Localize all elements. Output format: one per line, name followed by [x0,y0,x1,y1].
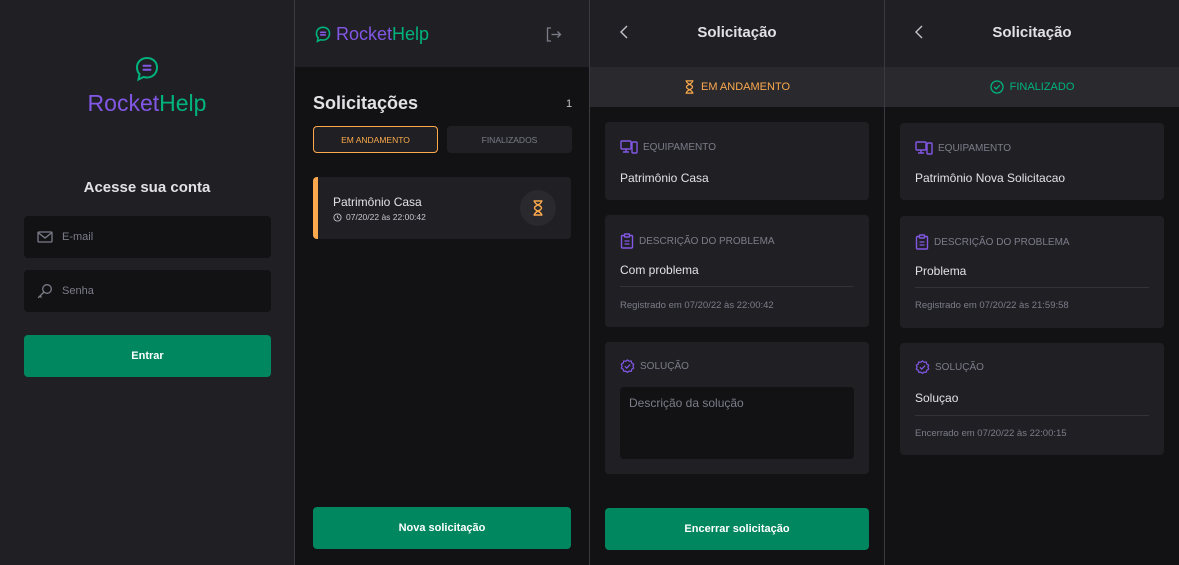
chat-logo-icon [135,56,159,82]
envelope-icon [37,231,53,243]
app-header: Rocket Help [295,0,589,67]
status-indicator-bar [313,177,318,239]
password-placeholder: Senha [62,285,94,297]
status-text: EM ANDAMENTO [700,81,791,93]
brand-help: Help [159,90,207,116]
clock-icon [333,212,342,222]
equipment-card-header: EQUIPAMENTO [620,140,716,154]
order-date-text: 07/20/22 às 22:00:42 [346,212,426,222]
solution-textarea[interactable]: Descrição da solução [620,387,854,459]
solution-card-header: SOLUÇÃO [915,360,984,375]
description-value: Com problema [620,263,699,277]
equipment-value: Patrimônio Casa [620,171,709,185]
order-status-badge [520,190,556,226]
status-text: FINALIZADO [1009,81,1075,93]
detail-title: Solicitação [992,24,1072,41]
close-request-button[interactable]: Encerrar solicitação [605,508,869,550]
brand-help: Help [392,24,430,44]
key-icon [37,284,52,299]
filter-in-progress[interactable]: EM ANDAMENTO [313,126,438,153]
equipment-card-header: EQUIPAMENTO [915,141,1011,155]
clipboard-icon [915,234,929,250]
registered-date: Registrado em 07/20/22 às 21:59:58 [915,300,1069,311]
card-divider [915,415,1149,416]
description-card-header: DESCRIÇÃO DO PROBLEMA [915,234,1070,250]
hourglass-icon [685,80,694,94]
login-heading: Acesse sua conta [83,179,211,196]
card-divider [620,286,854,287]
solution-label: SOLUÇÃO [935,362,984,373]
order-date: 07/20/22 às 22:00:42 [333,212,426,222]
description-value: Problema [915,264,967,278]
detail-title: Solicitação [697,24,777,41]
solution-card-header: SOLUÇÃO [620,359,689,374]
check-circle-icon [620,359,635,374]
brand-logo-text: RocketHelp [0,90,294,117]
solution-card: SOLUÇÃO Descrição da solução [605,342,869,474]
registered-date: Registrado em 07/20/22 às 22:00:42 [620,300,774,311]
equipment-card: EQUIPAMENTO Patrimônio Nova Solicitacao [900,123,1164,200]
equipment-value: Patrimônio Nova Solicitacao [915,171,1066,185]
description-card: DESCRIÇÃO DO PROBLEMA Com problema Regis… [605,215,869,327]
status-banner: FINALIZADO [885,67,1179,107]
new-request-button[interactable]: Nova solicitação [313,507,571,549]
brand-rocket: Rocket [336,24,393,44]
equipment-label: EQUIPAMENTO [938,142,1011,154]
solution-label: SOLUÇÃO [640,361,689,372]
detail-header: Solicitação [885,0,1179,67]
order-card[interactable]: Patrimônio Casa 07/20/22 às 22:00:42 [313,177,571,239]
description-card-header: DESCRIÇÃO DO PROBLEMA [620,233,775,249]
desktop-mobile-icon [620,140,638,154]
description-label: DESCRIÇÃO DO PROBLEMA [639,235,775,247]
equipment-card: EQUIPAMENTO Patrimônio Casa [605,122,869,200]
requests-count: 1 [566,98,573,110]
solution-value: Soluçao [915,391,959,405]
header-logo: Rocket Help [315,24,429,45]
page-title: Solicitações [313,93,419,113]
check-circle-icon [915,360,930,375]
check-circle-icon [989,80,1004,94]
email-field[interactable]: E-mail [24,216,271,258]
email-placeholder: E-mail [62,231,94,243]
equipment-label: EQUIPAMENTO [643,141,716,153]
login-screen: RocketHelp Acesse sua conta E-mail Senha… [0,0,294,565]
clipboard-icon [620,233,634,249]
description-card: DESCRIÇÃO DO PROBLEMA Problema Registrad… [900,216,1164,328]
sign-out-icon[interactable] [546,27,562,42]
detail-header: Solicitação [590,0,884,67]
order-title: Patrimônio Casa [333,195,422,209]
brand-rocket: Rocket [87,90,160,116]
description-label: DESCRIÇÃO DO PROBLEMA [934,236,1070,248]
login-button[interactable]: Entrar [24,335,271,377]
filter-finished[interactable]: FINALIZADOS [447,126,572,153]
requests-list-screen: Rocket Help Solicitações 1 EM ANDAMENTO F… [295,0,589,565]
solution-card: SOLUÇÃO Soluçao Encerrado em 07/20/22 às… [900,343,1164,455]
card-divider [915,287,1149,288]
password-field[interactable]: Senha [24,270,271,312]
chat-logo-icon [315,26,331,43]
request-detail-closed-screen: Solicitação FINALIZADO EQUIPAMENTO Patri… [885,0,1179,565]
request-detail-open-screen: Solicitação EM ANDAMENTO EQUIPAMENTO Pat… [590,0,884,565]
hourglass-icon [533,200,543,216]
desktop-mobile-icon [915,141,933,155]
closed-date: Encerrado em 07/20/22 às 22:00:15 [915,428,1067,439]
status-banner: EM ANDAMENTO [590,67,884,107]
